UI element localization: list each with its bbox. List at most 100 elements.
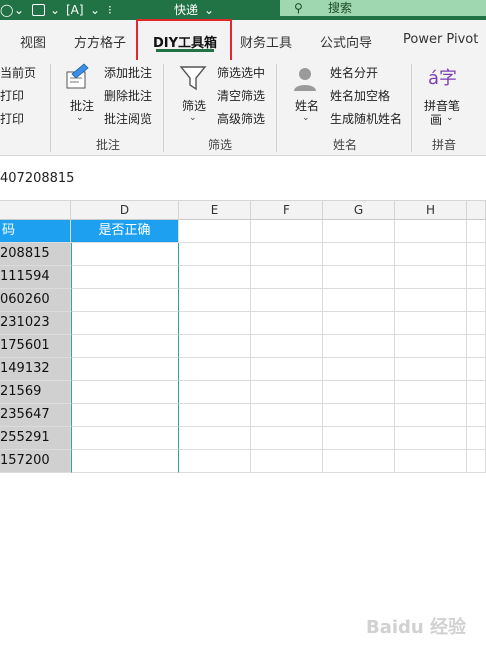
cell-c1[interactable]: 码	[0, 220, 71, 243]
cell-e5[interactable]	[179, 312, 251, 335]
cell-g9[interactable]	[323, 404, 395, 427]
cell-h8[interactable]	[395, 381, 467, 404]
cell-d4[interactable]	[71, 289, 179, 312]
cell-f3[interactable]	[251, 266, 323, 289]
spreadsheet-grid[interactable]: D E F G H 码 是否正确 208815 111594 060260 23102…	[0, 201, 486, 638]
cell-g1[interactable]	[323, 220, 395, 243]
cell-c5[interactable]: 231023	[0, 312, 71, 335]
circle-icon[interactable]: ◯	[0, 0, 13, 20]
cell-g10[interactable]	[323, 427, 395, 450]
cell-c8[interactable]: 21569	[0, 381, 71, 404]
cell-c11[interactable]: 157200	[0, 450, 71, 473]
column-header-h[interactable]: H	[395, 201, 467, 220]
column-header-f[interactable]: F	[251, 201, 323, 220]
cell-c10[interactable]: 255291	[0, 427, 71, 450]
cell-f8[interactable]	[251, 381, 323, 404]
cell-e7[interactable]	[179, 358, 251, 381]
dropdown-arrow-icon[interactable]: ⌄	[50, 0, 60, 20]
cell-e8[interactable]	[179, 381, 251, 404]
cell-i6[interactable]	[467, 335, 486, 358]
cell-d11[interactable]	[71, 450, 179, 473]
cell-e2[interactable]	[179, 243, 251, 266]
cell-g4[interactable]	[323, 289, 395, 312]
cell-f4[interactable]	[251, 289, 323, 312]
box-icon[interactable]	[32, 0, 45, 20]
formula-bar[interactable]: 407208815	[0, 157, 486, 201]
column-header-c[interactable]	[0, 201, 71, 220]
cell-f5[interactable]	[251, 312, 323, 335]
cell-e6[interactable]	[179, 335, 251, 358]
cell-i9[interactable]	[467, 404, 486, 427]
cell-h11[interactable]	[395, 450, 467, 473]
cell-i1[interactable]	[467, 220, 486, 243]
cell-d6[interactable]	[71, 335, 179, 358]
cell-f9[interactable]	[251, 404, 323, 427]
delete-annotation[interactable]: 删除批注	[104, 87, 152, 104]
cell-h2[interactable]	[395, 243, 467, 266]
cell-i7[interactable]	[467, 358, 486, 381]
quick-access-label[interactable]: 快递	[174, 0, 198, 20]
split-name[interactable]: 姓名分开	[330, 64, 378, 81]
column-header-d[interactable]: D	[71, 201, 179, 220]
add-annotation[interactable]: 添加批注	[104, 64, 152, 81]
column-header-e[interactable]: E	[179, 201, 251, 220]
cell-c7[interactable]: 149132	[0, 358, 71, 381]
cell-i11[interactable]	[467, 450, 486, 473]
cell-d3[interactable]	[71, 266, 179, 289]
cell-i4[interactable]	[467, 289, 486, 312]
cell-f6[interactable]	[251, 335, 323, 358]
cell-f10[interactable]	[251, 427, 323, 450]
name-add-space[interactable]: 姓名加空格	[330, 87, 390, 104]
search-input[interactable]: ⚲ 搜索	[280, 0, 486, 16]
print-option[interactable]: 打印	[0, 87, 24, 104]
cell-d1[interactable]: 是否正确	[71, 220, 179, 243]
cell-d7[interactable]	[71, 358, 179, 381]
advanced-filter[interactable]: 高级筛选	[217, 110, 265, 127]
cell-h6[interactable]	[395, 335, 467, 358]
cell-h4[interactable]	[395, 289, 467, 312]
cell-h7[interactable]	[395, 358, 467, 381]
cell-c6[interactable]: 175601	[0, 335, 71, 358]
cell-i10[interactable]	[467, 427, 486, 450]
cell-c2[interactable]: 208815	[0, 243, 71, 266]
print-current-page[interactable]: 当前页	[0, 64, 36, 81]
format-a-icon[interactable]: [A]	[66, 0, 84, 20]
cell-g7[interactable]	[323, 358, 395, 381]
cell-d9[interactable]	[71, 404, 179, 427]
cell-e11[interactable]	[179, 450, 251, 473]
cell-g11[interactable]	[323, 450, 395, 473]
overflow-icon[interactable]: ⁝	[108, 0, 112, 20]
cell-g8[interactable]	[323, 381, 395, 404]
column-header-g[interactable]: G	[323, 201, 395, 220]
cell-e9[interactable]	[179, 404, 251, 427]
cell-g3[interactable]	[323, 266, 395, 289]
clear-filter[interactable]: 清空筛选	[217, 87, 265, 104]
cell-i3[interactable]	[467, 266, 486, 289]
cell-i8[interactable]	[467, 381, 486, 404]
cell-e4[interactable]	[179, 289, 251, 312]
cell-i2[interactable]	[467, 243, 486, 266]
cell-g5[interactable]	[323, 312, 395, 335]
cell-e3[interactable]	[179, 266, 251, 289]
cell-e10[interactable]	[179, 427, 251, 450]
chevron-down-icon[interactable]: ⌄	[204, 0, 214, 20]
cell-i5[interactable]	[467, 312, 486, 335]
print-option-2[interactable]: 打印	[0, 110, 24, 127]
tab-power-pivot[interactable]: Power Pivot	[403, 32, 478, 47]
cell-h5[interactable]	[395, 312, 467, 335]
tab-view[interactable]: 视图	[20, 32, 46, 51]
tab-finance-tools[interactable]: 财务工具	[240, 32, 292, 51]
cell-h9[interactable]	[395, 404, 467, 427]
cell-f11[interactable]	[251, 450, 323, 473]
cell-f1[interactable]	[251, 220, 323, 243]
cell-h10[interactable]	[395, 427, 467, 450]
cell-h3[interactable]	[395, 266, 467, 289]
cell-g6[interactable]	[323, 335, 395, 358]
tab-formula-wizard[interactable]: 公式向导	[320, 32, 372, 51]
cell-d8[interactable]	[71, 381, 179, 404]
cell-c3[interactable]: 111594	[0, 266, 71, 289]
cell-h1[interactable]	[395, 220, 467, 243]
random-name[interactable]: 生成随机姓名	[330, 110, 402, 127]
dropdown-arrow-icon[interactable]: ⌄	[14, 0, 24, 20]
tab-fangfang[interactable]: 方方格子	[74, 32, 126, 51]
